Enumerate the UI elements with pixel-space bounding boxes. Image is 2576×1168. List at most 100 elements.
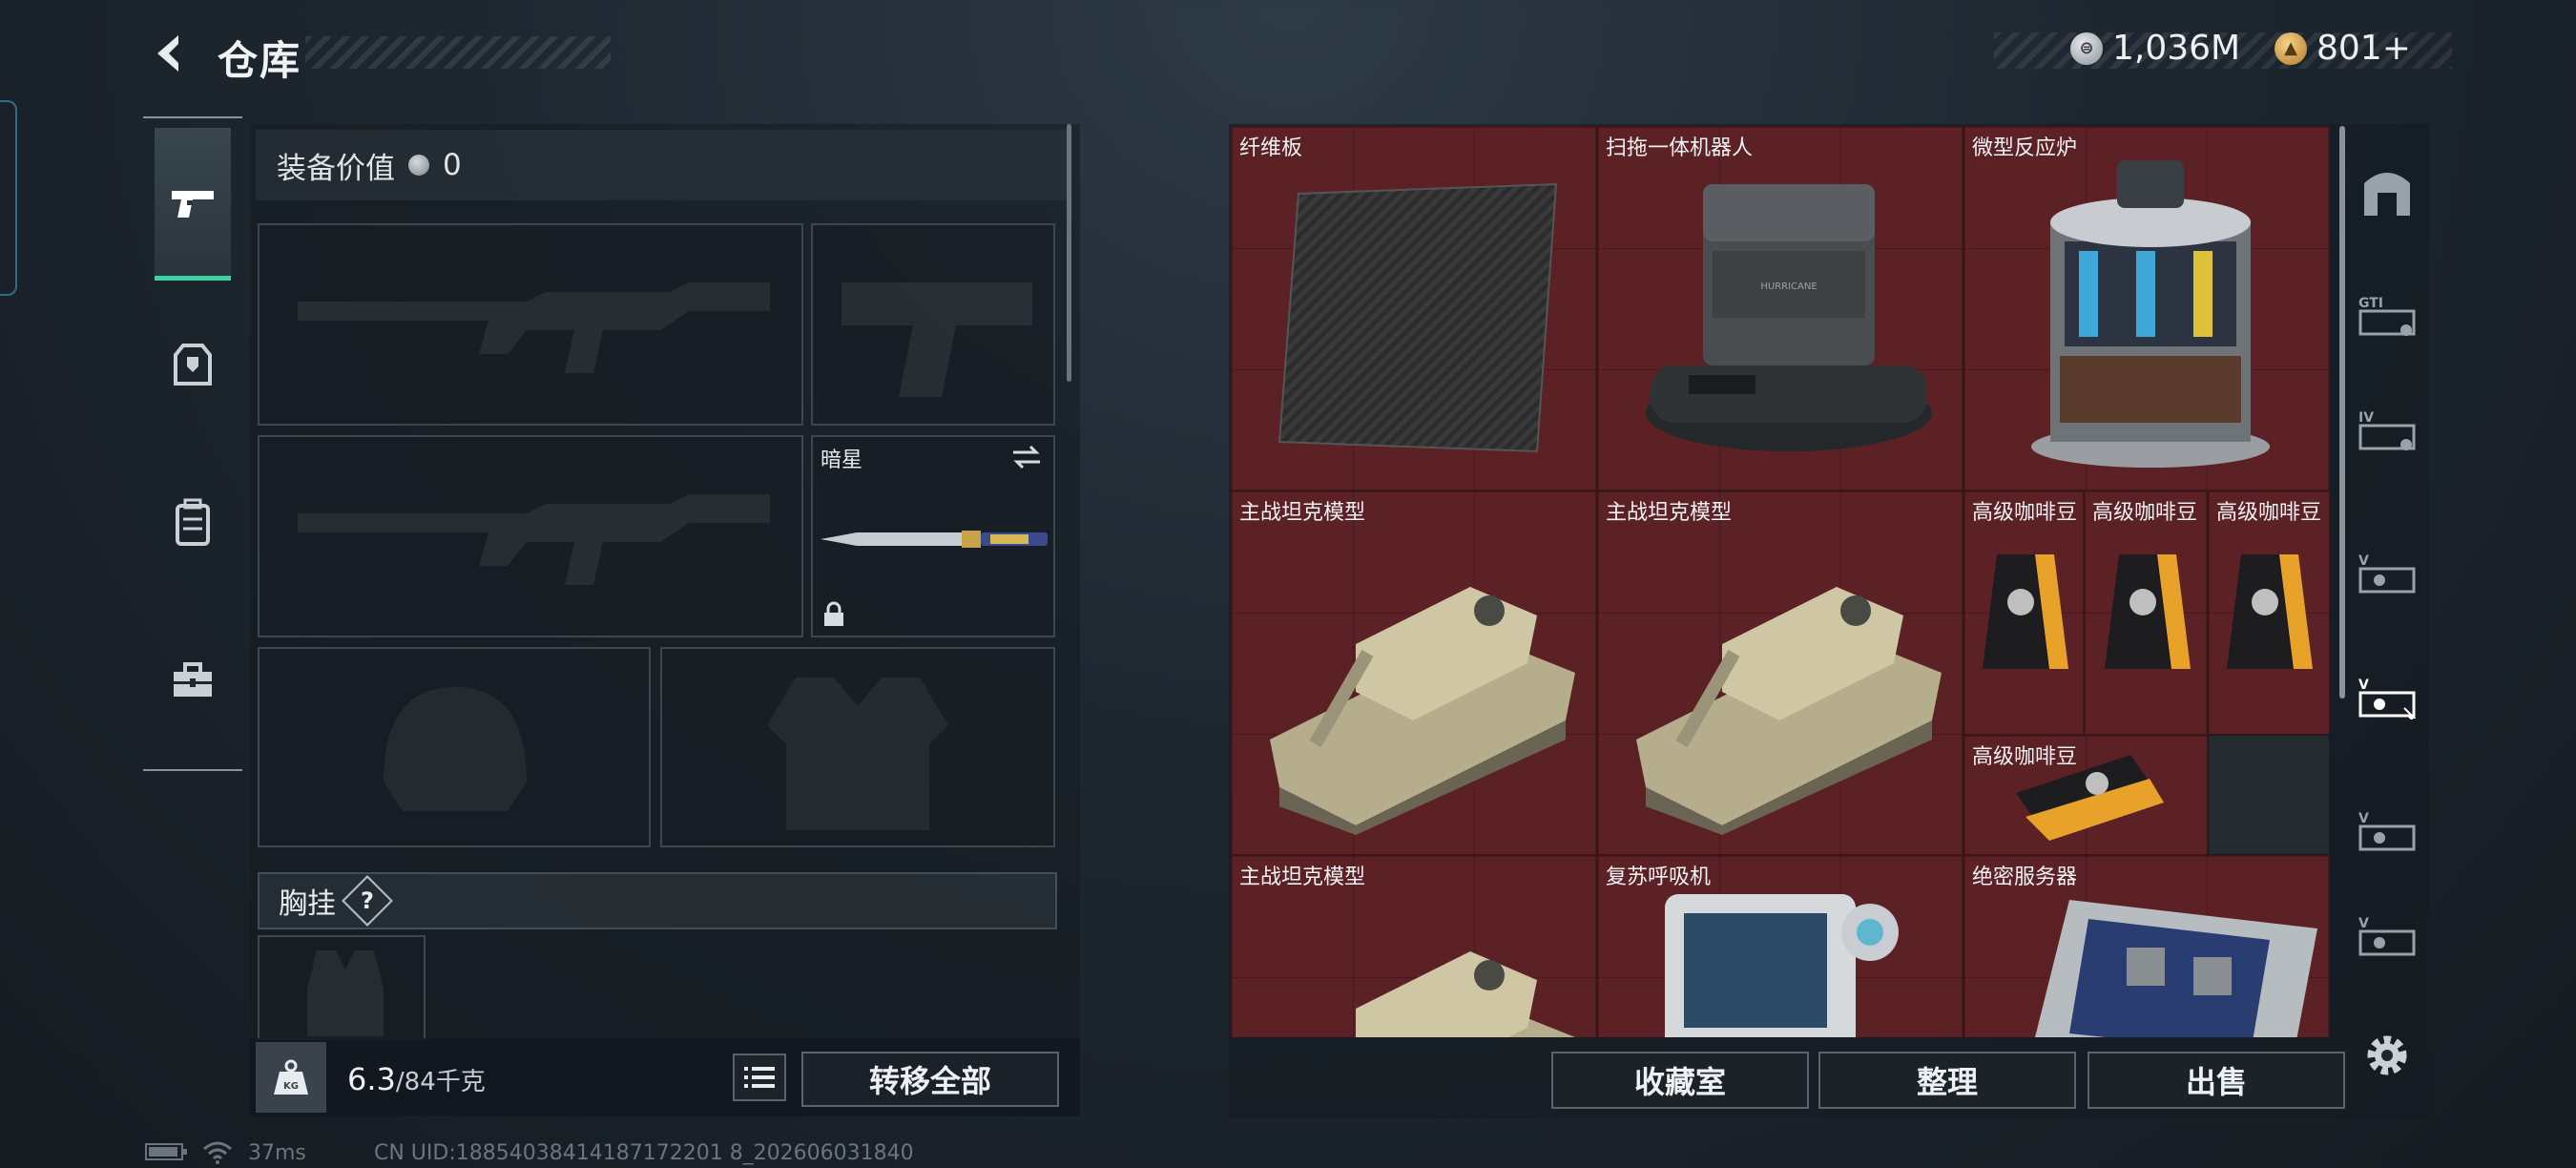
coffee-bag-image bbox=[1983, 554, 2068, 669]
primary-weapon-slot-1[interactable] bbox=[258, 223, 803, 426]
armor-icon bbox=[174, 344, 212, 386]
rifle-silhouette-icon bbox=[298, 282, 770, 373]
item-label: 高级咖啡豆 bbox=[1972, 501, 2078, 525]
helmet-silhouette-icon bbox=[384, 687, 527, 811]
transfer-all-button[interactable]: 转移全部 bbox=[801, 1052, 1059, 1107]
V-tier-icon: V bbox=[2358, 916, 2416, 956]
silver-currency-value: 1,036M bbox=[2112, 29, 2241, 68]
svg-text:V: V bbox=[2358, 916, 2369, 931]
vest-silhouette-icon bbox=[767, 678, 948, 830]
filter-v-3[interactable]: V bbox=[2345, 782, 2429, 878]
item-label: 主战坦克模型 bbox=[1239, 866, 1366, 889]
storage-item-tank-model[interactable]: 主战坦克模型 bbox=[1597, 490, 1963, 855]
filter-gt[interactable]: GTI bbox=[2345, 267, 2429, 363]
tank-model-image bbox=[1356, 951, 1575, 1037]
equipment-scrollbar[interactable] bbox=[1067, 124, 1071, 382]
storage-item-tank-model[interactable]: 主战坦克模型 bbox=[1231, 855, 1597, 1037]
pistol-slot[interactable] bbox=[811, 223, 1055, 426]
chest-rig-label: 胸挂 bbox=[279, 887, 336, 921]
weight-readout: 6.3/84千克 bbox=[347, 1061, 486, 1097]
rifle-silhouette-icon bbox=[298, 494, 770, 585]
side-drawer-handle[interactable] bbox=[0, 100, 17, 296]
silver-currency[interactable]: ⊜ 1,036M bbox=[2070, 29, 2240, 68]
uid-readout: CN UID:18854038414187172201 8_2026060318… bbox=[374, 1141, 914, 1165]
title-decoration bbox=[305, 36, 611, 69]
category-backpack[interactable] bbox=[155, 446, 231, 598]
svg-text:V: V bbox=[2358, 811, 2369, 826]
IV-tier-icon: IV bbox=[2358, 410, 2416, 450]
item-label: 纤维板 bbox=[1239, 136, 1303, 160]
list-view-button[interactable] bbox=[733, 1053, 786, 1101]
ventilator-image bbox=[1665, 894, 1899, 1037]
category-toolbox[interactable] bbox=[155, 603, 231, 756]
melee-item-name: 暗星 bbox=[821, 448, 863, 472]
help-icon[interactable]: ? bbox=[342, 875, 393, 927]
filter-v-4[interactable]: V bbox=[2345, 887, 2429, 983]
category-armor[interactable] bbox=[155, 288, 231, 441]
wifi-icon bbox=[202, 1141, 233, 1168]
robot-brand: HURRICANE bbox=[1760, 282, 1817, 292]
collection-room-button[interactable]: 收藏室 bbox=[1551, 1052, 1809, 1109]
storage-item-coffee-beans[interactable]: 高级咖啡豆 bbox=[1963, 735, 2208, 855]
settings-button[interactable] bbox=[2362, 1031, 2412, 1080]
knife-icon bbox=[821, 531, 1048, 548]
storage-item-ventilator[interactable]: 复苏呼吸机 bbox=[1597, 855, 1963, 1037]
lock-icon bbox=[824, 601, 843, 626]
gold-triangle-icon: ▲ bbox=[2275, 31, 2307, 65]
svg-text:KG: KG bbox=[283, 1081, 299, 1092]
chest-rig-silhouette-icon bbox=[307, 950, 384, 1036]
V-tier-icon: V bbox=[2358, 811, 2416, 851]
chest-rig-slot[interactable] bbox=[258, 935, 426, 1040]
weight-max: /84千克 bbox=[395, 1068, 486, 1096]
helmet-slot[interactable] bbox=[258, 647, 651, 847]
equipment-value: 0 bbox=[443, 148, 462, 182]
item-label: 主战坦克模型 bbox=[1239, 501, 1366, 525]
storage-item-coffee-beans[interactable]: 高级咖啡豆 bbox=[2084, 490, 2208, 735]
tank-model-image bbox=[1270, 587, 1575, 835]
storage-filter-column: GTI IV V V V V bbox=[2345, 124, 2429, 1035]
item-label: 高级咖啡豆 bbox=[1972, 745, 2078, 769]
filter-iv[interactable]: IV bbox=[2345, 382, 2429, 477]
sell-button[interactable]: 出售 bbox=[2088, 1052, 2345, 1109]
GT-tier-icon: GTI bbox=[2358, 296, 2416, 336]
item-label: 扫拖一体机器人 bbox=[1606, 136, 1754, 160]
V-tier-icon: V bbox=[2358, 553, 2416, 594]
back-arrow-icon bbox=[157, 35, 178, 72]
organize-button[interactable]: 整理 bbox=[1818, 1052, 2076, 1109]
swap-icon[interactable] bbox=[1009, 443, 1044, 471]
item-label: 绝密服务器 bbox=[1972, 866, 2078, 889]
filter-all[interactable] bbox=[2345, 143, 2429, 239]
svg-text:IV: IV bbox=[2358, 410, 2374, 426]
storage-item-fiberboard[interactable]: 纤维板 bbox=[1231, 126, 1597, 490]
page-title: 仓库 bbox=[218, 37, 302, 84]
storage-empty-cell[interactable] bbox=[2208, 735, 2330, 855]
weight-current: 6.3 bbox=[347, 1061, 396, 1097]
storage-item-coffee-beans[interactable]: 高级咖啡豆 bbox=[1963, 490, 2084, 735]
item-label: 高级咖啡豆 bbox=[2092, 501, 2198, 525]
storage-item-tank-model[interactable]: 主战坦克模型 bbox=[1231, 490, 1597, 855]
body-armor-slot[interactable] bbox=[660, 647, 1055, 847]
gear-icon bbox=[2367, 1035, 2407, 1075]
filter-v-2[interactable]: V bbox=[2345, 649, 2429, 744]
melee-slot[interactable]: 暗星 bbox=[811, 435, 1055, 637]
robot-vacuum-image: HURRICANE bbox=[1646, 184, 1932, 451]
svg-text:V: V bbox=[2358, 678, 2369, 693]
item-label: 主战坦克模型 bbox=[1606, 501, 1733, 525]
primary-weapon-slot-2[interactable] bbox=[258, 435, 803, 637]
gold-currency[interactable]: ▲ 801+ bbox=[2275, 29, 2411, 68]
storage-item-classified-server[interactable]: 绝密服务器 bbox=[1963, 855, 2330, 1037]
filter-v-1[interactable]: V bbox=[2345, 525, 2429, 620]
category-weapon[interactable] bbox=[155, 128, 231, 281]
storage-item-micro-reactor[interactable]: 微型反应炉 bbox=[1963, 126, 2330, 490]
item-label: 复苏呼吸机 bbox=[1606, 866, 1712, 889]
gold-currency-value: 801+ bbox=[2316, 29, 2411, 68]
storage-item-robot-vacuum[interactable]: 扫拖一体机器人 HURRICANE bbox=[1597, 126, 1963, 490]
coffee-bag-image bbox=[2227, 554, 2313, 669]
equipment-value-label: 装备价值 bbox=[277, 151, 395, 186]
ping-readout: 37ms bbox=[248, 1141, 306, 1165]
storage-item-coffee-beans[interactable]: 高级咖啡豆 bbox=[2208, 490, 2330, 735]
back-button[interactable] bbox=[143, 27, 197, 80]
chest-rig-header: 胸挂 ? bbox=[258, 872, 1057, 929]
pistol-icon bbox=[172, 191, 214, 218]
V-tier-icon: V bbox=[2358, 678, 2417, 720]
